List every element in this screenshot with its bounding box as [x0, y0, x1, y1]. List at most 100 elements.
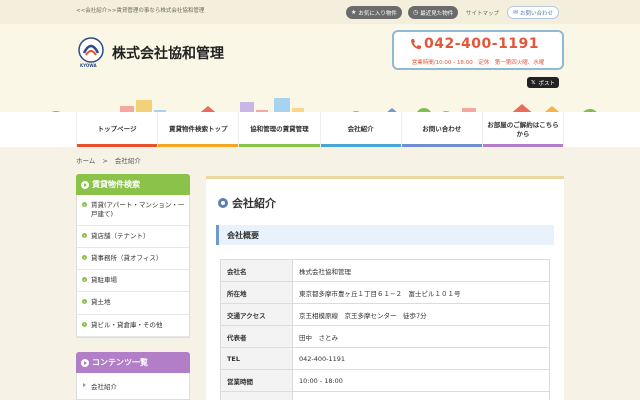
sidebar-contents-heading: コンテンツ一覧: [76, 352, 190, 373]
table-row: 営業時間 10:00 - 18:00: [220, 369, 550, 392]
table-row: 代表者 田中 さとみ: [220, 325, 550, 348]
breadcrumb-home[interactable]: ホーム: [76, 157, 95, 165]
arrow-circle-icon: [82, 299, 87, 305]
breadcrumb: ホーム > 会社紹介: [76, 155, 146, 165]
logo-text: KYOWA: [80, 63, 97, 68]
top-bar: <<会社紹介>>賃貸管理の事なら株式会社協和管理 ★ お気に入り物件 ◷ 最近見…: [0, 0, 640, 24]
contact-label: お問い合わせ: [520, 10, 554, 17]
favorites-button[interactable]: ★ お気に入り物件: [346, 6, 402, 19]
breadcrumb-current: 会社紹介: [114, 157, 141, 165]
sitemap-link[interactable]: サイトマップ: [466, 9, 499, 17]
sidebar-item-parking[interactable]: 貸駐車場: [77, 270, 189, 293]
business-hours: 営業時間/10:00 - 18:00 定休 第一第四火曜、水曜: [411, 60, 545, 66]
sidebar-item-label: 貸駐車場: [91, 276, 117, 285]
row-value: 042-400-1191: [292, 347, 550, 370]
row-key: TEL: [220, 347, 293, 370]
sidebar-search-title: 賃貸物件検索: [92, 180, 140, 189]
nav-bar: [239, 144, 320, 147]
page-title-text: 会社紹介: [232, 197, 276, 210]
row-key: 交通アクセス: [220, 303, 293, 326]
tagline: <<会社紹介>>賃貸管理の事なら株式会社協和管理: [76, 8, 205, 14]
sidebar-search-list: 賃貸(アパート・マンション・一戸建て) 貸店舗（テナント） 貸事務所（貸オフィス…: [76, 195, 190, 338]
table-row: 所在地 東京都多摩市豊ヶ丘１丁目６１−２ 富士ビル１０１号: [220, 281, 550, 304]
row-key: 所在地: [220, 281, 293, 304]
sidebar-item-label: 会社紹介: [91, 383, 117, 391]
arrow-circle-icon: [82, 202, 87, 207]
town-illustration: [51, 98, 597, 112]
nav-label: お問い合わせ: [422, 125, 462, 134]
company-name[interactable]: 株式会社協和管理: [112, 43, 224, 63]
nav-item-cancel[interactable]: お部屋のご解約はこちらから: [481, 112, 565, 147]
nav-label: トップページ: [97, 125, 137, 134]
recent-label: 最近見た物件: [420, 10, 454, 17]
nav-label: お部屋のご解約はこちらから: [487, 121, 559, 138]
nav-label: 協和管理の賃貸管理: [250, 125, 309, 134]
nav-bar: [401, 144, 482, 147]
row-value: 田中 さとみ: [292, 325, 550, 348]
arrow-circle-icon: [82, 321, 87, 327]
nav-bar: [77, 144, 158, 147]
kyowa-logo-icon[interactable]: [78, 37, 104, 63]
ring-icon: [218, 198, 228, 208]
contact-button[interactable]: ✉ お問い合わせ: [507, 6, 560, 19]
sidebar-item-land[interactable]: 貸土地: [77, 292, 189, 315]
table-row: 会社名 株式会社協和管理: [220, 259, 550, 282]
x-post-button[interactable]: 𝕏 ポスト: [527, 77, 559, 88]
row-value: 京王相模原線 京王多摩センター 徒歩7分: [292, 303, 550, 326]
row-value: 毎週水曜日 第一・第四火曜日: [292, 391, 550, 400]
row-key: 会社名: [220, 259, 293, 282]
row-value: 東京都多摩市豊ヶ丘１丁目６１−２ 富士ビル１０１号: [292, 281, 550, 304]
arrow-circle-icon: [82, 277, 87, 283]
phone-box: 042-400-1191 営業時間/10:00 - 18:00 定休 第一第四火…: [392, 30, 564, 70]
arrow-circle-icon: [82, 233, 87, 239]
page-title: 会社紹介: [218, 195, 276, 211]
breadcrumb-sep: >: [102, 157, 108, 165]
sidebar-item-label: 貸店舗（テナント）: [91, 232, 150, 241]
sidebar: 賃貸物件検索 賃貸(アパート・マンション・一戸建て) 貸店舗（テナント） 貸事務…: [76, 174, 190, 338]
row-key: 営業時間: [220, 369, 293, 392]
nav-item-management[interactable]: 協和管理の賃貸管理: [238, 112, 320, 147]
nav-bar: [158, 144, 239, 147]
clock-icon: ◷: [413, 9, 419, 16]
star-icon: ★: [351, 9, 357, 16]
nav-item-contact[interactable]: お問い合わせ: [400, 112, 482, 147]
nav-bar: [482, 144, 564, 147]
phone-number: 042-400-1191: [424, 36, 540, 52]
sidebar-item-office[interactable]: 貸事務所（貸オフィス）: [77, 248, 189, 271]
sidebar-item-store[interactable]: 貸店舗（テナント）: [77, 226, 189, 249]
nav-item-search[interactable]: 賃貸物件検索トップ: [157, 112, 239, 147]
nav-bar: [320, 144, 401, 147]
global-nav: トップページ 賃貸物件検索トップ 協和管理の賃貸管理 会社紹介 お問い合わせ お…: [0, 112, 640, 147]
row-value: 株式会社協和管理: [292, 259, 550, 282]
mail-icon: ✉: [513, 9, 519, 16]
phone-icon: [411, 39, 421, 50]
table-row: 定休日毎週水曜日 第一・第四火曜日: [220, 391, 550, 400]
chevron-right-icon: [83, 383, 86, 387]
nav-item-top[interactable]: トップページ: [76, 112, 158, 147]
table-row: TEL 042-400-1191: [220, 347, 550, 370]
nav-item-company[interactable]: 会社紹介: [319, 112, 401, 147]
row-key: 代表者: [220, 325, 293, 348]
nav-items: トップページ 賃貸物件検索トップ 協和管理の賃貸管理 会社紹介 お問い合わせ お…: [76, 112, 565, 147]
main-content: 会社紹介 会社概要 会社名 株式会社協和管理 所在地 東京都多摩市豊ヶ丘１丁目６１−…: [206, 176, 564, 400]
sidebar-item-building[interactable]: 貸ビル・貸倉庫・その他: [77, 315, 189, 337]
sidebar-contents-title: コンテンツ一覧: [92, 358, 148, 367]
section-heading: 会社概要: [216, 225, 554, 245]
sidebar-item-label: 貸事務所（貸オフィス）: [91, 254, 163, 263]
arrow-circle-icon: [82, 255, 87, 261]
sidebar-item-label: 貸土地: [91, 298, 111, 307]
nav-label: 賃貸物件検索トップ: [169, 125, 228, 134]
favorites-label: お気に入り物件: [358, 10, 397, 17]
company-info-table: 会社名 株式会社協和管理 所在地 東京都多摩市豊ヶ丘１丁目６１−２ 富士ビル１０１号…: [220, 259, 550, 400]
sidebar-item-company[interactable]: 会社紹介: [76, 373, 190, 400]
sidebar-search-heading: 賃貸物件検索: [76, 174, 190, 195]
arrow-circle-icon: [81, 358, 89, 367]
recent-button[interactable]: ◷ 最近見た物件: [408, 6, 459, 19]
x-post-label: ポスト: [538, 80, 555, 87]
sidebar-item-label: 賃貸(アパート・マンション・一戸建て): [91, 201, 185, 219]
nav-label: 会社紹介: [347, 125, 374, 134]
sidebar-item-residential[interactable]: 賃貸(アパート・マンション・一戸建て): [77, 195, 189, 227]
x-icon: 𝕏: [531, 79, 536, 86]
table-row: 交通アクセス 京王相模原線 京王多摩センター 徒歩7分: [220, 303, 550, 326]
sidebar-item-label: 貸ビル・貸倉庫・その他: [91, 320, 163, 329]
